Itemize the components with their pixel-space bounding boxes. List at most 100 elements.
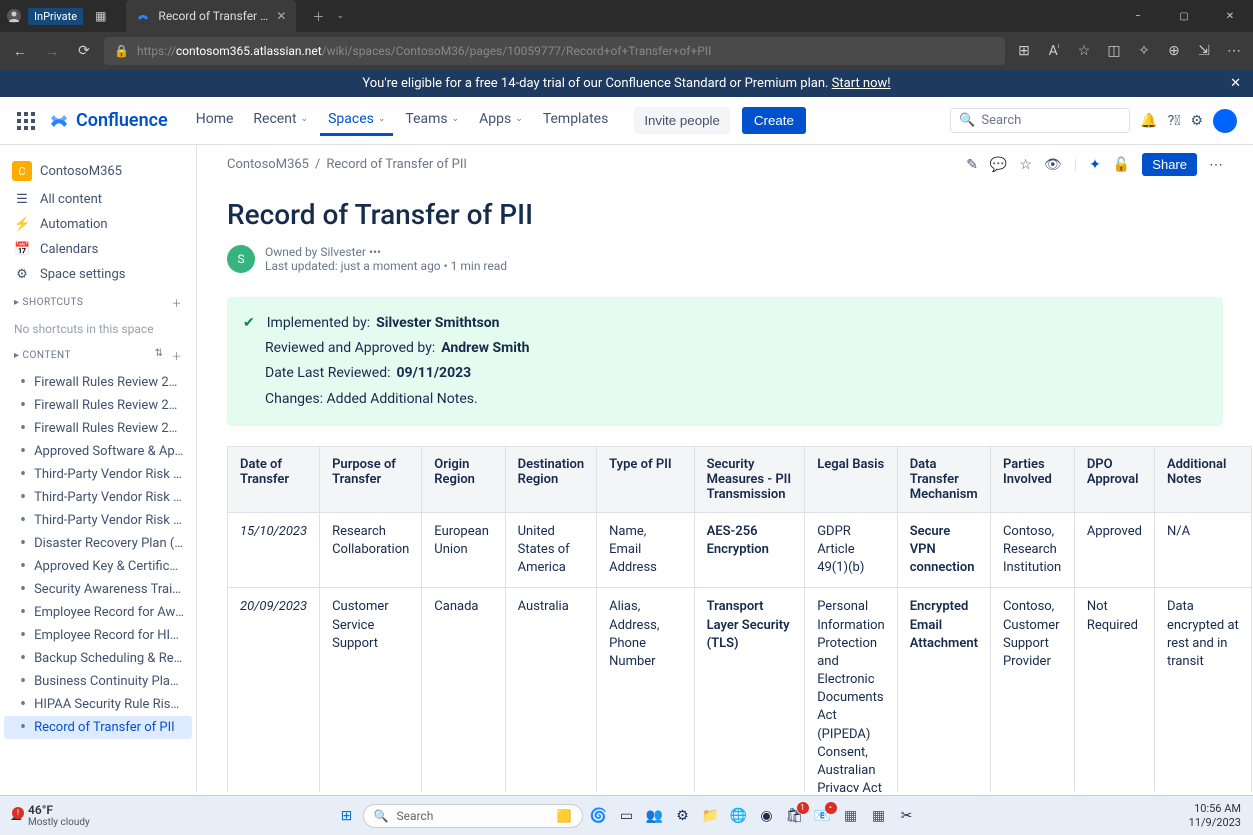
copilot-icon[interactable]: 🌀 xyxy=(587,804,611,828)
more-actions-icon[interactable]: ⋯ xyxy=(1209,157,1223,173)
help-icon[interactable]: ?⃝ xyxy=(1168,113,1181,129)
sidebar-tree-item[interactable]: •Firewall Rules Review 26/09/2023 xyxy=(0,371,196,394)
sidebar-item-space-settings[interactable]: ⚙Space settings xyxy=(0,262,196,287)
word-icon[interactable]: ▦ xyxy=(867,804,891,828)
read-aloud-icon[interactable]: A⁾ xyxy=(1043,43,1065,59)
table-header: Legal Basis xyxy=(805,446,898,512)
split-screen-icon[interactable]: ◫ xyxy=(1103,43,1125,59)
table-cell: Contoso, Customer Support Provider xyxy=(990,588,1074,792)
sidebar-tree-item[interactable]: •Record of Transfer of PII xyxy=(4,716,192,739)
maximize-button[interactable]: ▢ xyxy=(1161,0,1207,32)
table-cell: United States of America xyxy=(505,512,597,588)
new-tab-button[interactable]: ＋ xyxy=(312,8,324,25)
taskbar-search[interactable]: 🔍 Search 🟨 xyxy=(363,804,583,828)
profile-avatar[interactable] xyxy=(1213,109,1237,133)
sort-icon[interactable]: ⇅ xyxy=(155,348,164,363)
sidebar-tree-item[interactable]: •Business Continuity Plan (BCP) xyxy=(0,670,196,693)
sidebar-shortcuts-header[interactable]: ▸ Shortcuts ＋ xyxy=(0,287,196,318)
sidebar-item-automation[interactable]: ⚡Automation xyxy=(0,212,196,237)
task-view-icon[interactable]: ▭ xyxy=(615,804,639,828)
banner-link[interactable]: Start now! xyxy=(832,76,891,91)
table-cell: Not Required xyxy=(1074,588,1154,792)
star-icon[interactable]: ☆ xyxy=(1019,157,1032,173)
confluence-logo[interactable]: Confluence xyxy=(48,110,168,132)
nav-link-templates[interactable]: Templates xyxy=(535,105,617,136)
table-cell: N/A xyxy=(1154,512,1251,588)
table-header: Destination Region xyxy=(505,446,597,512)
sidebar-tree-item[interactable]: •Firewall Rules Review 26/10/2022 xyxy=(0,417,196,440)
app-switcher-icon[interactable] xyxy=(16,111,36,131)
settings-tb-icon[interactable]: ⚙ xyxy=(671,804,695,828)
add-content-icon[interactable]: ＋ xyxy=(172,348,183,363)
status-panel: ✔Implemented by: Silvester Smithtson Rev… xyxy=(227,297,1223,426)
updated-line: Last updated: just a moment ago • 1 min … xyxy=(265,259,507,273)
watch-icon[interactable]: 👁 xyxy=(1044,157,1062,173)
taskbar-clock[interactable]: 10:56 AM 11/9/2023 xyxy=(1189,802,1253,828)
sidebar-tree-item[interactable]: •Disaster Recovery Plan (DRP) xyxy=(0,532,196,555)
workspaces-icon[interactable]: ▦ xyxy=(95,9,106,23)
nav-link-apps[interactable]: Apps⌄ xyxy=(471,105,531,136)
table-header: Parties Involved xyxy=(990,446,1074,512)
edge-icon[interactable]: 🌐 xyxy=(727,804,751,828)
sidebar-tree-item[interactable]: •HIPAA Security Rule Risk Analysis xyxy=(0,693,196,716)
collections-icon[interactable]: ⊕ xyxy=(1163,43,1185,59)
explorer-icon[interactable]: 📁 xyxy=(699,804,723,828)
minimize-button[interactable]: − xyxy=(1115,0,1161,32)
taskbar-weather[interactable]: ☁! 46°F Mostly cloudy xyxy=(0,803,90,828)
notifications-icon[interactable]: 🔔 xyxy=(1140,113,1157,129)
sidebar-tree-item[interactable]: •Employee Record for Awareness Training xyxy=(0,601,196,624)
banner-close-icon[interactable]: ✕ xyxy=(1230,76,1241,91)
sidebar-tree-item[interactable]: •Third-Party Vendor Risk Management - 2… xyxy=(0,486,196,509)
refresh-button[interactable]: ⟳ xyxy=(72,43,96,59)
browser-tab[interactable]: Record of Transfer of PII - Conto… ✕ xyxy=(126,0,296,32)
favorite-icon[interactable]: ☆ xyxy=(1073,43,1095,59)
comment-icon[interactable]: 💬 xyxy=(990,157,1007,173)
back-button[interactable]: ← xyxy=(8,43,32,60)
sidebar-tree-item[interactable]: •Third-Party Vendor Risk Management - 2… xyxy=(0,509,196,532)
share-button[interactable]: Share xyxy=(1142,153,1197,176)
start-button[interactable]: ⊞ xyxy=(335,804,359,828)
excel-icon[interactable]: ▦ xyxy=(839,804,863,828)
sidebar-tree-item[interactable]: •Employee Record for HIPPA Annual Traini… xyxy=(0,624,196,647)
snip-icon[interactable]: ✂ xyxy=(895,804,919,828)
sidebar-tree-item[interactable]: •Backup Scheduling & Restore Procedure xyxy=(0,647,196,670)
sidebar-item-all-content[interactable]: ☰All content xyxy=(0,187,196,212)
nav-link-teams[interactable]: Teams⌄ xyxy=(397,105,467,136)
breadcrumb-root[interactable]: ContosoM365 xyxy=(227,157,309,172)
sidebar-tree-item[interactable]: •Third-Party Vendor Risk Management - 2… xyxy=(0,463,196,486)
invite-people-button[interactable]: Invite people xyxy=(634,107,730,134)
address-bar[interactable]: 🔒 https://contosom365.atlassian.net/wiki… xyxy=(104,37,1005,65)
teams-icon[interactable]: 👥 xyxy=(643,804,667,828)
sidebar-tree-item[interactable]: •Security Awareness Training xyxy=(0,578,196,601)
sidebar-tree-item[interactable]: •Approved Key & Certificate Inventory xyxy=(0,555,196,578)
author-avatar[interactable]: S xyxy=(227,245,255,273)
byline-more-icon[interactable]: ••• xyxy=(369,245,381,259)
space-header[interactable]: C ContosoM365 xyxy=(0,155,196,187)
add-shortcut-icon[interactable]: ＋ xyxy=(172,295,183,310)
nav-link-recent[interactable]: Recent⌄ xyxy=(245,105,316,136)
restrictions-icon[interactable]: 🔓 xyxy=(1113,157,1130,173)
sidebar-item-calendars[interactable]: 📅Calendars xyxy=(0,237,196,262)
browser-menu-icon[interactable]: ⋯ xyxy=(1223,43,1245,59)
extensions-icon[interactable]: ⇲ xyxy=(1193,43,1215,59)
create-button[interactable]: Create xyxy=(742,107,806,134)
table-header: Origin Region xyxy=(422,446,505,512)
favorites-bar-icon[interactable]: ✧ xyxy=(1133,43,1155,59)
edit-icon[interactable]: ✎ xyxy=(966,157,978,173)
settings-icon[interactable]: ⚙ xyxy=(1190,113,1203,129)
table-header: Type of PII xyxy=(597,446,694,512)
search-input[interactable]: 🔍 Search xyxy=(950,108,1130,133)
nav-link-spaces[interactable]: Spaces⌄ xyxy=(320,105,393,136)
tab-overflow-icon[interactable]: ⌄ xyxy=(336,11,344,21)
sidebar-content-header[interactable]: ▸ Content ⇅＋ xyxy=(0,340,196,371)
tab-close-icon[interactable]: ✕ xyxy=(276,9,286,23)
store-icon[interactable]: 🛍1 xyxy=(783,804,807,828)
chrome-icon[interactable]: ◉ xyxy=(755,804,779,828)
ai-icon[interactable]: ✦ xyxy=(1089,157,1101,173)
sidebar-tree-item[interactable]: •Firewall Rules Review 26/03/2023 xyxy=(0,394,196,417)
nav-link-home[interactable]: Home xyxy=(188,105,242,136)
app-available-icon[interactable]: ⊞ xyxy=(1013,43,1035,59)
close-window-button[interactable]: ✕ xyxy=(1207,0,1253,32)
mail-icon[interactable]: 📧• xyxy=(811,804,835,828)
sidebar-tree-item[interactable]: •Approved Software & Applications List xyxy=(0,440,196,463)
